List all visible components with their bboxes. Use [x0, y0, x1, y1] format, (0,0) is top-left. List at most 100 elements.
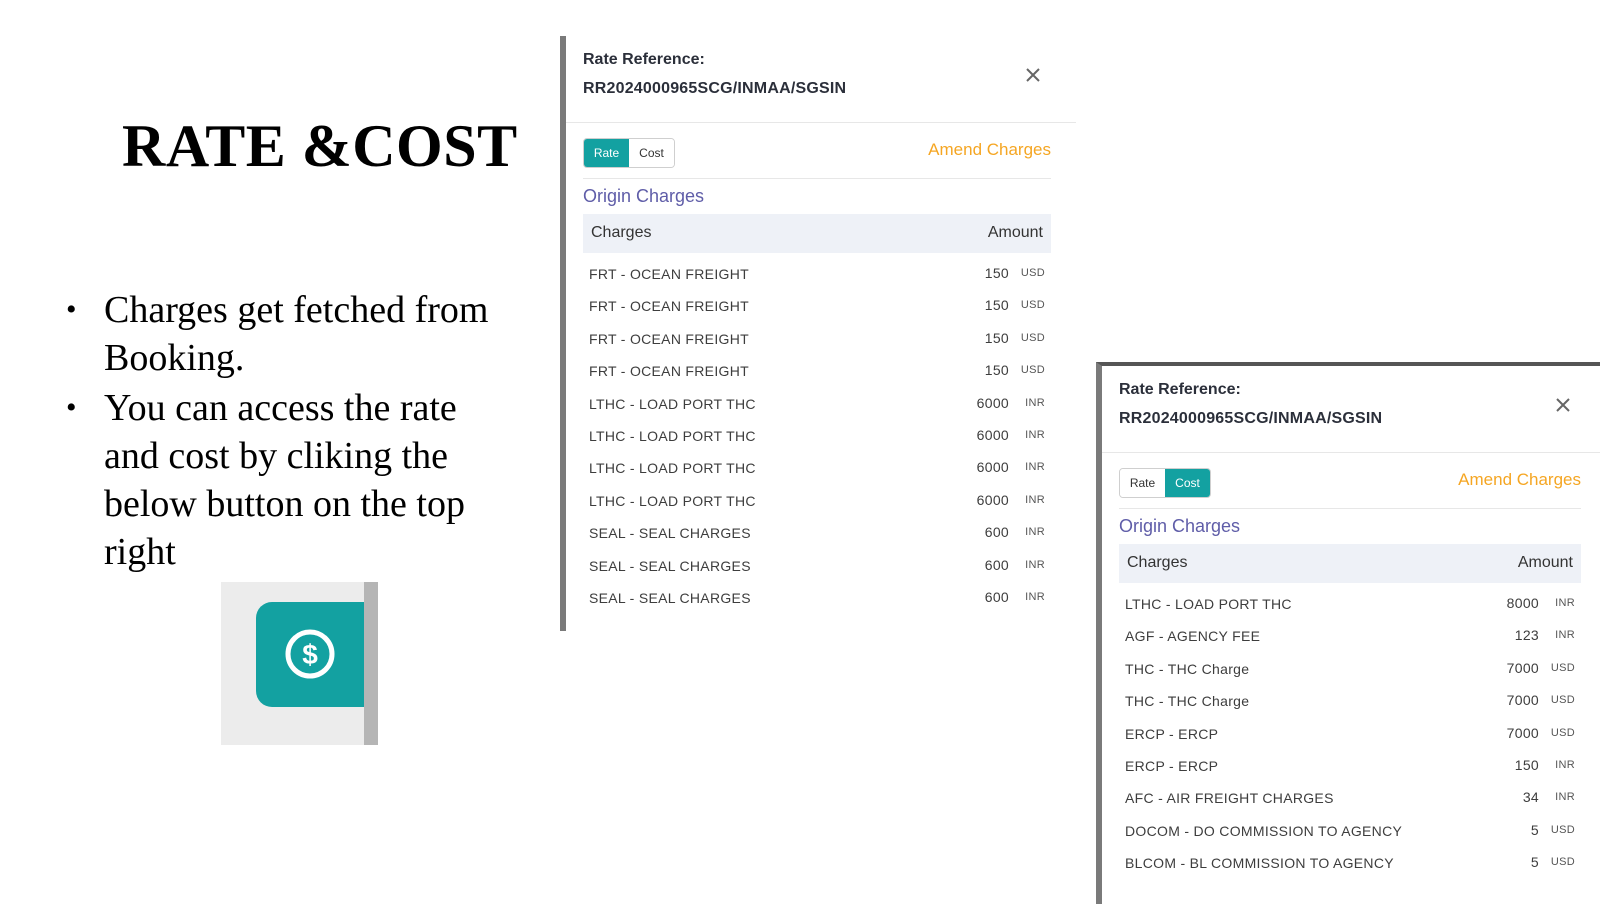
charge-currency: INR — [1025, 526, 1045, 539]
rate-cost-button[interactable]: $ — [256, 602, 364, 707]
rate-cost-toggle: Rate Cost — [583, 138, 675, 168]
charge-amount: 7000 — [1506, 724, 1539, 741]
charge-amount: 7000 — [1506, 659, 1539, 676]
dollar-circle-icon: $ — [285, 629, 335, 679]
table-row: SEAL - SEAL CHARGES 600 INR — [583, 550, 1051, 582]
table-row: LTHC - LOAD PORT THC 6000 INR — [583, 452, 1051, 484]
charge-name: LTHC - LOAD PORT THC — [589, 492, 756, 509]
rate-cost-toggle: Rate Cost — [1119, 468, 1211, 498]
charge-currency: INR — [1025, 493, 1045, 506]
charge-currency: INR — [1555, 758, 1575, 771]
charge-currency: USD — [1550, 694, 1575, 707]
slide-title: RATE &COST — [122, 113, 518, 179]
close-icon[interactable] — [1022, 64, 1044, 86]
charge-amount: 600 — [984, 524, 1009, 541]
rate-reference-panel: Rate Reference: RR2024000965SCG/INMAA/SG… — [560, 36, 1076, 631]
column-charges: Charges — [1127, 554, 1188, 571]
tab-rate[interactable]: Rate — [1120, 469, 1165, 497]
charge-currency: INR — [1555, 597, 1575, 609]
table-row: ERCP - ERCP 7000 USD — [1119, 718, 1581, 750]
charge-currency: INR — [1025, 428, 1045, 441]
table-row: LTHC - LOAD PORT THC 6000 INR — [583, 485, 1051, 517]
charge-name: DOCOM - DO COMMISSION TO AGENCY — [1125, 822, 1403, 839]
charge-name: LTHC - LOAD PORT THC — [589, 395, 756, 412]
table-row: LTHC - LOAD PORT THC 6000 INR — [583, 388, 1051, 420]
column-charges: Charges — [591, 224, 652, 241]
charge-amount: 6000 — [976, 491, 1009, 508]
charge-amount: 6000 — [976, 459, 1009, 476]
charge-name: FRT - OCEAN FREIGHT — [589, 330, 749, 347]
charge-currency: INR — [1025, 396, 1045, 409]
table-header: Charges Amount — [1119, 544, 1581, 583]
charge-amount: 150 — [984, 297, 1009, 314]
charge-currency: INR — [1025, 558, 1045, 571]
charge-currency: INR — [1555, 791, 1575, 804]
charge-amount: 34 — [1522, 789, 1539, 806]
charge-name: FRT - OCEAN FREIGHT — [589, 298, 749, 315]
tab-cost[interactable]: Cost — [629, 139, 674, 167]
svg-text:$: $ — [302, 639, 318, 670]
tab-rate[interactable]: Rate — [584, 139, 629, 167]
table-row: AFC - AIR FREIGHT CHARGES 34 INR — [1119, 782, 1581, 814]
charge-name: FRT - OCEAN FREIGHT — [589, 266, 749, 282]
charge-amount: 600 — [984, 556, 1009, 573]
rate-reference-value: RR2024000965SCG/INMAA/SGSIN — [583, 80, 847, 97]
header-divider — [566, 122, 1076, 123]
table-row: FRT - OCEAN FREIGHT 150 USD — [583, 290, 1051, 322]
charge-name: LTHC - LOAD PORT THC — [1125, 596, 1292, 612]
charge-name: SEAL - SEAL CHARGES — [589, 589, 751, 606]
charge-amount: 150 — [984, 362, 1009, 379]
amend-charges-button[interactable]: Amend Charges — [928, 140, 1051, 160]
tab-cost[interactable]: Cost — [1165, 469, 1210, 497]
charge-amount: 150 — [984, 329, 1009, 346]
charge-currency: USD — [1550, 823, 1575, 836]
charge-name: AFC - AIR FREIGHT CHARGES — [1125, 790, 1334, 807]
header-divider — [1102, 452, 1600, 453]
table-row: SEAL - SEAL CHARGES 600 INR — [583, 582, 1051, 614]
charge-currency: INR — [1555, 629, 1575, 642]
charge-currency: USD — [1550, 661, 1575, 674]
rate-reference-label: Rate Reference: — [583, 51, 705, 68]
amend-charges-button[interactable]: Amend Charges — [1458, 470, 1581, 490]
table-row: AGF - AGENCY FEE 123 INR — [1119, 620, 1581, 652]
charge-amount: 600 — [984, 588, 1009, 605]
table-row: BLCOM - BL COMMISSION TO AGENCY 5 USD — [1119, 847, 1581, 879]
table-row: FRT - OCEAN FREIGHT 150 USD — [583, 355, 1051, 387]
table-row: DOCOM - DO COMMISSION TO AGENCY 5 USD — [1119, 815, 1581, 847]
charge-currency: INR — [1025, 590, 1045, 603]
section-title: Origin Charges — [1119, 516, 1241, 536]
charge-currency: USD — [1550, 726, 1575, 739]
table-row: LTHC - LOAD PORT THC 6000 INR — [583, 420, 1051, 452]
rate-reference-value: RR2024000965SCG/INMAA/SGSIN — [1119, 410, 1383, 427]
charge-amount: 5 — [1530, 854, 1539, 871]
column-amount: Amount — [987, 224, 1043, 241]
charge-currency: USD — [1020, 331, 1045, 344]
charge-name: THC - THC Charge — [1125, 660, 1250, 677]
charges-table: LTHC - LOAD PORT THC 8000 INR AGF - AGENCY… — [1119, 588, 1581, 880]
screen-edge — [364, 582, 378, 745]
charge-currency: USD — [1550, 856, 1575, 869]
instruction-item: Charges get fetched from Booking. — [66, 286, 516, 382]
charge-currency: USD — [1020, 267, 1045, 279]
charge-amount: 150 — [984, 265, 1009, 281]
table-row: THC - THC Charge 7000 USD — [1119, 685, 1581, 717]
column-amount: Amount — [1517, 554, 1573, 571]
charge-name: AGF - AGENCY FEE — [1125, 628, 1261, 645]
charge-name: LTHC - LOAD PORT THC — [589, 460, 756, 477]
charge-amount: 150 — [1514, 756, 1539, 773]
close-icon[interactable] — [1552, 394, 1574, 416]
charge-currency: USD — [1020, 364, 1045, 377]
charge-name: SEAL - SEAL CHARGES — [589, 557, 751, 574]
charge-amount: 6000 — [976, 394, 1009, 411]
cost-reference-panel: Rate Reference: RR2024000965SCG/INMAA/SG… — [1096, 362, 1600, 904]
charge-name: LTHC - LOAD PORT THC — [589, 427, 756, 444]
table-row: THC - THC Charge 7000 USD — [1119, 653, 1581, 685]
charge-name: BLCOM - BL COMMISSION TO AGENCY — [1125, 855, 1394, 872]
charge-amount: 7000 — [1506, 692, 1539, 709]
charge-currency: USD — [1020, 299, 1045, 312]
charge-name: ERCP - ERCP — [1125, 757, 1219, 774]
rate-reference-label: Rate Reference: — [1119, 381, 1241, 398]
charge-amount: 8000 — [1506, 595, 1539, 611]
charge-name: THC - THC Charge — [1125, 693, 1250, 710]
charge-currency: INR — [1025, 461, 1045, 474]
